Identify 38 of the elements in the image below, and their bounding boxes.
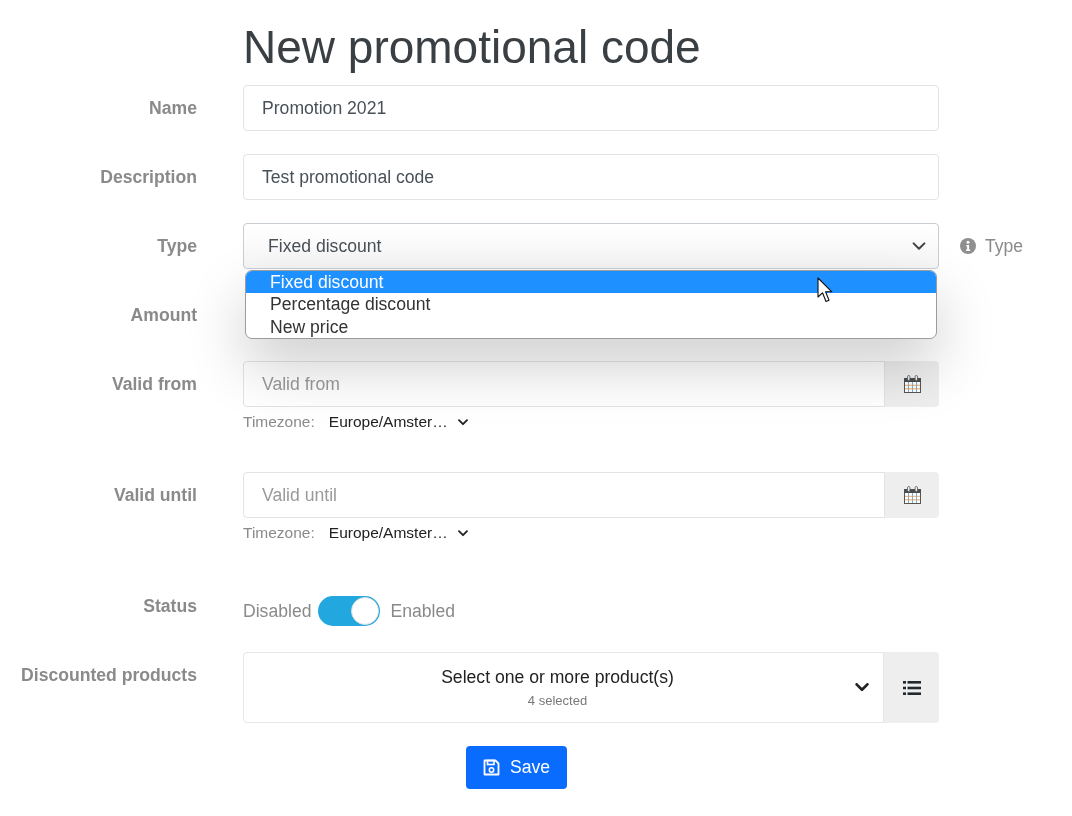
page-title: New promotional code [242,20,702,75]
timezone-select[interactable]: Europe/Amster… [328,413,468,431]
list-icon [902,680,921,695]
chevron-down-icon [457,529,468,537]
timezone-label: Timezone: [243,524,315,542]
field-label: Valid until [113,484,197,507]
toggle-on-label: Enabled [390,600,456,622]
chevron-down-icon [912,241,926,251]
help-text: Type [985,235,1024,257]
chevron-down-icon [855,683,869,692]
date-input[interactable]: Valid until [243,472,885,518]
field-label: Valid from [111,373,197,396]
date-input[interactable]: Valid from [243,361,885,407]
dropdown-option[interactable]: Percentage discount [246,293,936,316]
calendar-button[interactable] [885,472,939,518]
mouse-pointer-icon [817,277,834,304]
field-label: Status [143,595,197,618]
calendar-icon [903,486,921,504]
text-input[interactable]: Test promotional code [243,154,939,200]
field-label: Type [157,235,197,258]
timezone-select[interactable]: Europe/Amster… [328,524,468,542]
text-input[interactable]: Promotion 2021 [243,85,939,131]
field-label: Discounted products [21,664,197,687]
calendar-button[interactable] [885,361,939,407]
save-button[interactable]: Save [466,746,568,789]
calendar-icon [903,375,921,393]
product-select[interactable]: Select one or more product(s) 4 selected [243,652,884,723]
chevron-down-icon [457,418,468,426]
timezone-label: Timezone: [243,413,315,431]
field-label: Amount [130,304,197,327]
dropdown-option[interactable]: New price [246,315,936,339]
list-button[interactable] [884,652,939,723]
toggle-off-label: Disabled [243,600,312,622]
type-select[interactable]: Fixed discount [243,223,939,269]
field-label: Description [100,166,197,189]
field-label: Name [149,97,197,120]
info-icon [960,238,976,254]
status-toggle[interactable] [318,596,381,626]
